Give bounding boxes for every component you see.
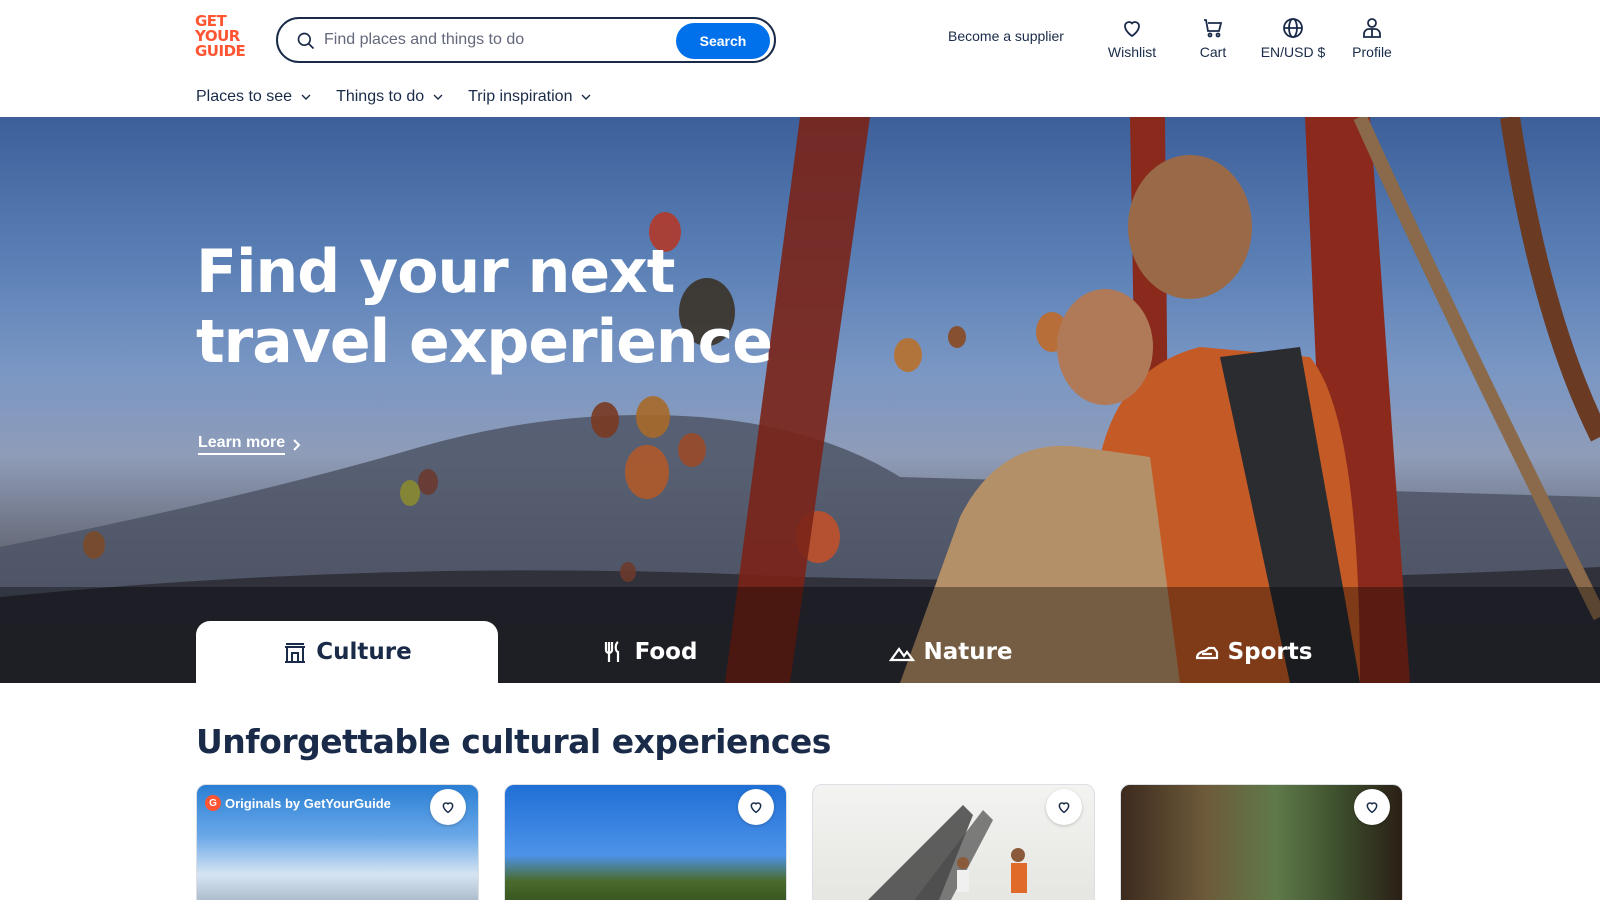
gyg-badge-icon: G — [205, 795, 221, 811]
cart-icon — [1204, 19, 1223, 38]
profile-button[interactable]: Profile — [1350, 16, 1394, 60]
nav-trip-label: Trip inspiration — [468, 88, 573, 105]
originals-badge: G Originals by GetYourGuide — [205, 795, 391, 811]
add-to-wishlist-button[interactable] — [738, 789, 774, 825]
chevron-right-icon — [293, 438, 301, 451]
experience-card[interactable] — [812, 784, 1095, 900]
experience-card[interactable]: G Originals by GetYourGuide — [196, 784, 479, 900]
hero-banner: Find your next travel experience Learn m… — [0, 117, 1600, 683]
tab-culture-label: Culture — [316, 639, 412, 665]
tab-culture[interactable]: Culture — [196, 621, 498, 683]
search-button[interactable]: Search — [676, 23, 770, 59]
wishlist-button[interactable]: Wishlist — [1106, 16, 1158, 60]
cart-button[interactable]: Cart — [1196, 16, 1230, 60]
logo-line-3: GUIDE — [195, 42, 246, 60]
chevron-down-icon — [433, 94, 443, 100]
heart-icon — [442, 802, 454, 814]
heart-icon — [1058, 802, 1070, 814]
nav-trip-inspiration[interactable]: Trip inspiration — [468, 88, 592, 106]
tab-sports-label: Sports — [1227, 639, 1313, 665]
nav-places-label: Places to see — [196, 88, 293, 105]
heart-icon — [1124, 21, 1140, 38]
tab-food[interactable]: Food — [498, 621, 800, 683]
cart-label: Cart — [1199, 44, 1227, 60]
chevron-down-icon — [301, 94, 311, 100]
add-to-wishlist-button[interactable] — [430, 789, 466, 825]
originals-badge-label: Originals by GetYourGuide — [225, 795, 391, 811]
tab-food-label: Food — [634, 639, 698, 665]
add-to-wishlist-button[interactable] — [1354, 789, 1390, 825]
experience-card[interactable] — [504, 784, 787, 900]
getyourguide-logo[interactable]: GET YOUR GUIDE — [195, 14, 255, 60]
nature-icon — [889, 647, 916, 662]
language-currency-button[interactable]: EN/USD $ — [1255, 16, 1331, 60]
learn-more-label: Learn more — [198, 434, 286, 455]
section-title: Unforgettable cultural experiences — [196, 722, 831, 761]
category-tabs: Culture Food Nature Sports — [196, 621, 1404, 683]
language-currency-label: EN/USD $ — [1260, 44, 1326, 60]
search-input[interactable] — [324, 27, 664, 53]
site-header: GET YOUR GUIDE Search Become a supplier … — [0, 0, 1600, 117]
sports-icon — [1195, 646, 1218, 660]
tab-sports[interactable]: Sports — [1102, 621, 1404, 683]
nav-things-to-do[interactable]: Things to do — [336, 88, 444, 106]
profile-icon — [1363, 18, 1381, 38]
search-bar: Search — [276, 17, 776, 63]
profile-label: Profile — [1352, 44, 1392, 60]
add-to-wishlist-button[interactable] — [1046, 789, 1082, 825]
hero-image — [0, 117, 1600, 683]
experience-card[interactable] — [1120, 784, 1403, 900]
nav-things-label: Things to do — [336, 88, 425, 105]
learn-more-link[interactable]: Learn more — [198, 434, 303, 455]
culture-icon — [285, 643, 306, 663]
become-supplier-link[interactable]: Become a supplier — [948, 28, 1064, 44]
search-icon — [297, 32, 315, 50]
globe-icon — [1283, 18, 1303, 38]
tab-nature[interactable]: Nature — [800, 621, 1102, 683]
chevron-down-icon — [581, 94, 591, 100]
tab-nature-label: Nature — [923, 639, 1013, 665]
food-icon — [604, 641, 619, 662]
experience-cards: G Originals by GetYourGuide — [196, 784, 1404, 900]
heart-icon — [750, 802, 762, 814]
wishlist-label: Wishlist — [1107, 44, 1157, 60]
main-nav: Places to see Things to do Trip inspirat… — [196, 88, 592, 106]
hero-title: Find your next travel experience — [196, 237, 773, 377]
nav-places-to-see[interactable]: Places to see — [196, 88, 312, 106]
heart-icon — [1366, 802, 1378, 814]
